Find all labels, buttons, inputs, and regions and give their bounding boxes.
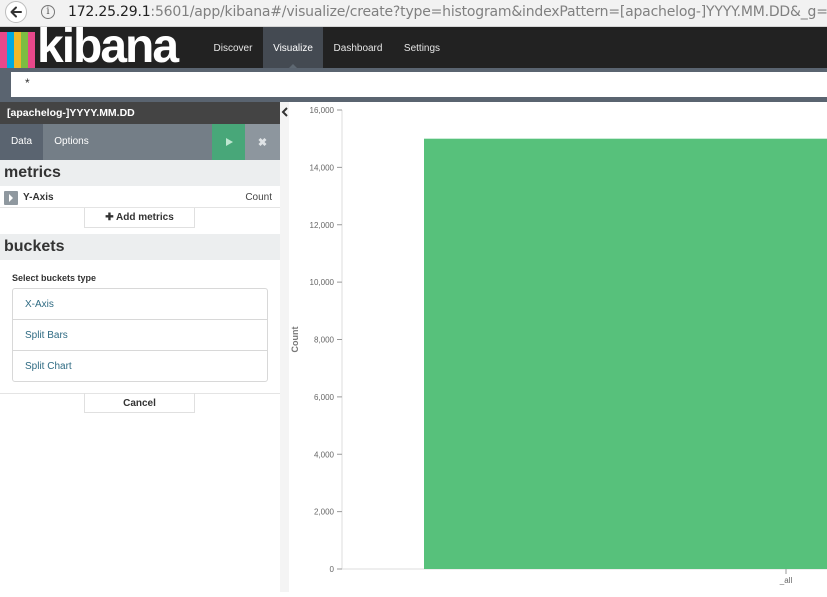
y-tick-label: 14,000 [310,163,335,172]
apply-button[interactable] [212,124,245,160]
y-tick-label: 10,000 [310,278,335,287]
bar-chart: 0 2,000 4,000 6,000 8,000 10,000 12,000 14,000 1… [290,106,827,585]
bucket-type-split-bars[interactable]: Split Bars [13,320,267,351]
y-tick-label: 2,000 [314,508,335,517]
y-axis-metric-row[interactable]: Y-Axis Count [0,188,280,208]
y-tick-label: 12,000 [310,221,335,230]
kibana-logo[interactable]: kibana [37,21,179,73]
nav-discover[interactable]: Discover [203,27,263,68]
url-host: 172.25.29.1 [68,4,151,20]
y-tick-label: 8,000 [314,336,335,345]
address-bar[interactable]: 172.25.29.1:5601/app/kibana#/visualize/c… [68,4,827,20]
arrow-left-icon [10,6,22,18]
nav-visualize[interactable]: Visualize [263,27,323,68]
caret-right-icon[interactable] [4,191,18,205]
chart-area: 0 2,000 4,000 6,000 8,000 10,000 12,000 14,000 1… [289,102,827,592]
sidebar-resize-strip[interactable] [280,102,289,592]
bucket-type-split-chart[interactable]: Split Chart [13,351,267,381]
cancel-button[interactable]: Cancel [84,393,195,413]
back-button[interactable] [5,1,27,23]
y-axis-label: Y-Axis [23,192,54,203]
y-axis-aggregation: Count [245,192,272,203]
tab-data[interactable]: Data [0,124,43,160]
url-path: :5601/app/kibana#/visualize/create?type=… [150,4,827,20]
nav-dashboard[interactable]: Dashboard [323,27,393,68]
buckets-heading: buckets [0,234,280,260]
play-icon [225,138,233,146]
discard-button[interactable]: ✖ [245,124,280,160]
info-icon[interactable]: i [41,5,55,19]
tab-options[interactable]: Options [43,124,100,160]
plus-icon: ✚ [105,212,116,223]
query-bar: * [0,68,827,102]
vis-editor-sidebar: [apachelog-]YYYY.MM.DD Data Options ✖ me… [0,102,280,592]
query-input[interactable]: * [11,72,827,97]
bucket-type-x-axis[interactable]: X-Axis [13,289,267,320]
chevron-left-icon[interactable] [281,105,289,119]
y-tick-label: 16,000 [310,106,335,115]
y-tick-label: 4,000 [314,450,335,459]
metrics-heading: metrics [0,160,280,186]
select-buckets-label: Select buckets type [12,273,97,283]
top-navigation: kibana Discover Visualize Dashboard Sett… [0,21,827,73]
y-tick-label: 0 [330,565,335,574]
close-icon: ✖ [257,136,268,149]
y-axis-title: Count [290,327,300,353]
index-pattern-title: [apachelog-]YYYY.MM.DD [0,102,280,124]
add-metrics-label: Add metrics [116,212,174,223]
bar [424,138,827,569]
kibana-logo-bars [0,32,38,68]
sidebar-tabs: Data Options ✖ [0,124,280,160]
add-metrics-button[interactable]: ✚ Add metrics [84,208,195,228]
x-tick-label: _all [779,576,793,585]
bucket-type-list: X-Axis Split Bars Split Chart [12,288,268,382]
y-tick-label: 6,000 [314,393,335,402]
nav-settings[interactable]: Settings [393,27,451,68]
